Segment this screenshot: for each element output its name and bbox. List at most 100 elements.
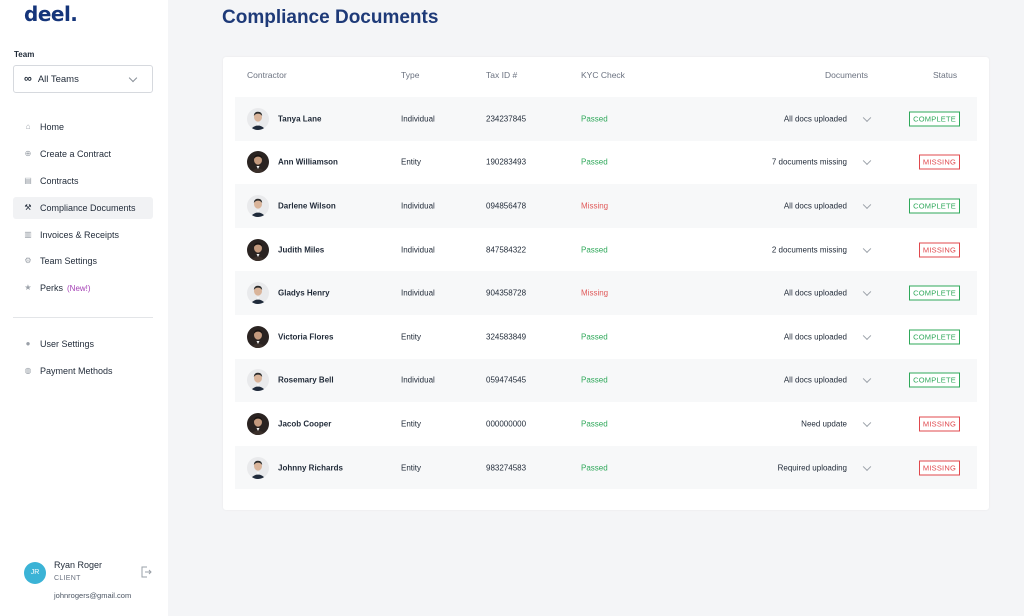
contractor-name[interactable]: Jacob Cooper: [278, 419, 331, 428]
kyc-status: Passed: [581, 157, 608, 167]
table-row[interactable]: Jacob Cooper Entity 000000000 Passed Need up…: [235, 402, 977, 446]
tax-id: 190283493: [486, 157, 527, 167]
sidebar-item-payment-methods[interactable]: ◍ Payment Methods: [13, 360, 153, 382]
contractor-name[interactable]: Judith Miles: [278, 245, 324, 254]
user-profile[interactable]: JR Ryan Roger CLIENT johnrogers@gmail.co…: [24, 560, 160, 610]
chevron-down-icon[interactable]: [862, 200, 872, 210]
kyc-status: Passed: [581, 463, 608, 473]
tax-id: 094856478: [486, 201, 527, 211]
sidebar-item-perks[interactable]: ★ Perks (New!): [13, 277, 153, 299]
team-select-value: All Teams: [37, 73, 79, 85]
contractor-type: Individual: [401, 288, 435, 298]
logout-icon[interactable]: [140, 566, 152, 578]
sidebar: deel. Team ∞ All Teams ⌂ Home ⊕ Create a Co…: [0, 0, 168, 616]
col-kyc[interactable]: KYC Check: [581, 70, 625, 80]
user-icon: ●: [25, 339, 31, 348]
infinity-icon: ∞: [24, 73, 32, 85]
contractor-avatar: [247, 194, 269, 217]
chevron-down-icon[interactable]: [862, 462, 872, 471]
sidebar-item-label: User Settings: [40, 339, 95, 349]
compliance-table: Contractor Type Tax ID # KYC Check Docum…: [223, 57, 989, 510]
table-row[interactable]: Tanya Lane Individual 234237845 Passed All d…: [235, 97, 977, 141]
chevron-down-icon[interactable]: [862, 374, 872, 384]
chevron-down-icon: [128, 73, 138, 82]
new-badge: (New!): [67, 283, 91, 293]
contractor-name[interactable]: Tanya Lane: [278, 114, 321, 123]
chevron-down-icon[interactable]: [862, 156, 872, 166]
table-row[interactable]: Judith Miles Individual 847584322 Passed 2 d…: [235, 227, 977, 272]
contractor-avatar: [247, 369, 269, 392]
chevron-down-icon[interactable]: [862, 287, 872, 297]
sidebar-item-label: Contracts: [40, 175, 79, 186]
documents-summary[interactable]: All docs uploaded: [784, 332, 847, 341]
deel-logo[interactable]: deel.: [24, 2, 78, 26]
documents-summary[interactable]: Need update: [801, 419, 847, 428]
kyc-status: Passed: [581, 375, 608, 385]
table-row[interactable]: Darlene Wilson Individual 094856478 Missing…: [235, 184, 977, 228]
documents-summary[interactable]: 7 documents missing: [772, 158, 847, 167]
col-status[interactable]: Status: [933, 70, 957, 80]
status-badge: MISSING: [918, 154, 960, 170]
table-row[interactable]: Victoria Flores Entity 324583849 Passed All …: [235, 314, 977, 359]
documents-summary[interactable]: 2 documents missing: [772, 245, 847, 254]
contractor-name[interactable]: Rosemary Bell: [278, 376, 334, 385]
contractor-avatar: [247, 325, 269, 348]
contractor-type: Entity: [401, 419, 422, 429]
col-tax-id[interactable]: Tax ID #: [486, 70, 517, 80]
col-documents[interactable]: Documents: [825, 70, 868, 80]
kyc-status: Passed: [581, 114, 608, 124]
status-badge: COMPLETE: [909, 111, 960, 127]
chevron-down-icon[interactable]: [862, 244, 872, 253]
sidebar-item-label: Invoices & Receipts: [40, 229, 120, 240]
sidebar-item-label: Home: [40, 122, 65, 132]
sidebar-item-invoices-receipts[interactable]: ▥ Invoices & Receipts: [13, 224, 153, 246]
user-name: Ryan Roger: [54, 560, 103, 570]
documents-summary[interactable]: Required uploading: [778, 463, 847, 472]
hammer-icon: ⚒: [24, 202, 32, 212]
sidebar-item-contracts[interactable]: ▤ Contracts: [13, 170, 153, 192]
documents-summary[interactable]: All docs uploaded: [784, 289, 847, 298]
status-badge: COMPLETE: [909, 285, 960, 301]
chevron-down-icon[interactable]: [862, 418, 872, 427]
col-contractor[interactable]: Contractor: [247, 70, 287, 80]
receipt-icon: ▥: [24, 229, 32, 239]
team-select[interactable]: ∞ All Teams: [13, 65, 153, 93]
document-icon: ▤: [24, 175, 32, 185]
contractor-name[interactable]: Victoria Flores: [278, 332, 333, 341]
contractor-name[interactable]: Gladys Henry: [278, 289, 330, 298]
table-row[interactable]: Gladys Henry Individual 904358728 Missing Al…: [235, 271, 977, 315]
home-icon: ⌂: [25, 122, 31, 131]
tax-id: 983274583: [486, 463, 527, 473]
col-type[interactable]: Type: [401, 70, 419, 80]
contractor-name[interactable]: Darlene Wilson: [278, 201, 336, 210]
chevron-down-icon[interactable]: [862, 113, 872, 122]
tax-id: 847584322: [486, 245, 527, 255]
documents-summary[interactable]: All docs uploaded: [784, 114, 847, 123]
sidebar-item-home[interactable]: ⌂ Home: [13, 116, 153, 138]
sidebar-item-compliance-documents[interactable]: ⚒ Compliance Documents: [13, 196, 153, 219]
kyc-status: Missing: [581, 201, 609, 211]
table-row[interactable]: Johnny Richards Entity 983274583 Passed Requ…: [235, 445, 977, 490]
documents-summary[interactable]: All docs uploaded: [784, 201, 847, 210]
table-row[interactable]: Ann Williamson Entity 190283493 Passed 7 doc…: [235, 140, 977, 185]
kyc-status: Missing: [581, 288, 609, 298]
contractor-type: Individual: [401, 201, 435, 211]
table-row[interactable]: Rosemary Bell Individual 059474545 Passed Al…: [235, 358, 977, 403]
tax-id: 234237845: [486, 114, 527, 124]
contractor-type: Entity: [401, 463, 422, 473]
kyc-status: Passed: [581, 419, 608, 429]
contractor-name[interactable]: Ann Williamson: [278, 158, 338, 167]
documents-summary[interactable]: All docs uploaded: [784, 376, 847, 385]
sidebar-item-user-settings[interactable]: ● User Settings: [13, 333, 153, 355]
user-role: CLIENT: [54, 575, 81, 582]
contractor-name[interactable]: Johnny Richards: [278, 463, 343, 472]
sidebar-item-create-a-contract[interactable]: ⊕ Create a Contract: [13, 143, 153, 165]
contractor-avatar: [247, 238, 269, 261]
contractor-avatar: [247, 282, 269, 305]
sidebar-item-team-settings[interactable]: ⚙ Team Settings: [13, 250, 153, 272]
contractor-avatar: [247, 456, 269, 479]
table-header: Contractor Type Tax ID # KYC Check Docum…: [223, 57, 989, 93]
contractor-avatar: [247, 412, 269, 435]
plus-circle-icon: ⊕: [24, 148, 32, 158]
chevron-down-icon[interactable]: [862, 331, 872, 340]
